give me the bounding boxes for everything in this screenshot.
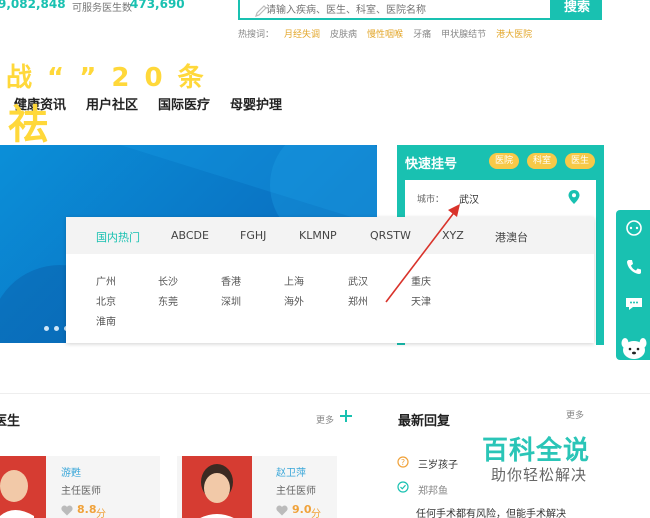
- search-button[interactable]: 搜索: [552, 0, 602, 20]
- reply-question[interactable]: 三岁孩子: [418, 456, 458, 471]
- visits-count: 9,082,848: [0, 0, 66, 11]
- doctor-name[interactable]: 游甦: [61, 464, 81, 479]
- doctor-photo-icon: [200, 464, 234, 518]
- annotation-arrow-icon: [385, 204, 460, 303]
- doctor-score: 9.0: [292, 503, 312, 516]
- city-option[interactable]: 郑州: [348, 293, 368, 308]
- page: 9,082,848 可服务医生数 473,690 搜索 热搜词： 月经失调 皮肤…: [0, 0, 650, 518]
- svg-text:?: ?: [401, 458, 405, 467]
- quick-register-title: 快速挂号: [405, 157, 458, 172]
- hot-word[interactable]: 港大医院: [496, 27, 532, 40]
- float-sidebar: [616, 210, 650, 360]
- hot-word[interactable]: 甲状腺结节: [441, 27, 486, 40]
- city-option[interactable]: 海外: [284, 293, 304, 308]
- banner-headline: 战 “ ” 2 0 条: [6, 63, 207, 93]
- city-dropdown: 国内热门 ABCDE FGHJ KLMNP QRSTW XYZ 港澳台 广州 长…: [66, 217, 594, 343]
- doctor-name[interactable]: 赵卫萍: [276, 464, 306, 479]
- city-option[interactable]: 武汉: [348, 273, 368, 288]
- tab-fghj[interactable]: FGHJ: [240, 229, 266, 242]
- banner-big-char: 祛: [8, 102, 48, 148]
- hot-words: 热搜词： 月经失调 皮肤病 慢性咽喉 牙痛 甲状腺结节 港大医院: [238, 27, 532, 40]
- doctor-avatar: [0, 456, 46, 518]
- pager-dot[interactable]: [44, 326, 49, 331]
- plus-icon[interactable]: [339, 409, 353, 423]
- tab-department[interactable]: 科室: [527, 153, 558, 169]
- city-index-tabs: 国内热门 ABCDE FGHJ KLMNP QRSTW XYZ 港澳台: [66, 217, 594, 254]
- phone-icon[interactable]: [625, 258, 643, 276]
- doctor-title: 主任医师: [276, 486, 316, 497]
- question-icon: ?: [397, 456, 409, 468]
- doctor-score: 8.8: [77, 503, 97, 516]
- hot-word[interactable]: 月经失调: [284, 27, 320, 40]
- city-option[interactable]: 香港: [221, 273, 241, 288]
- search-box: [238, 0, 552, 20]
- tab-doctor[interactable]: 医生: [565, 153, 596, 169]
- nav-item-community[interactable]: 用户社区: [86, 94, 138, 113]
- city-option[interactable]: 长沙: [158, 273, 178, 288]
- nav-item-maternal-care[interactable]: 母婴护理: [230, 94, 282, 113]
- hot-word[interactable]: 慢性咽喉: [367, 27, 403, 40]
- doctor-score-unit: 分: [311, 509, 321, 518]
- message-icon[interactable]: [624, 296, 644, 312]
- nav-item-intl-medical[interactable]: 国际医疗: [158, 94, 210, 113]
- pager-dot[interactable]: [54, 326, 59, 331]
- heart-icon: [61, 505, 73, 516]
- watermark-brand: 百科全说: [482, 436, 591, 466]
- mascot-dog-icon[interactable]: [620, 334, 648, 360]
- tab-hot-domestic[interactable]: 国内热门: [96, 229, 140, 245]
- city-option[interactable]: 上海: [284, 273, 304, 288]
- section-divider: [0, 393, 650, 394]
- doctor-card[interactable]: 游甦 主任医师 8.8 分: [0, 456, 160, 518]
- chat-service-icon[interactable]: [625, 220, 643, 236]
- watermark-slogan: 助你轻松解决: [491, 466, 588, 484]
- location-pin-icon[interactable]: [568, 190, 580, 204]
- city-option[interactable]: 淮南: [96, 313, 116, 328]
- reply-answerer: 郑邦鱼: [418, 486, 448, 497]
- main-nav: 健康资讯 用户社区 国际医疗 母婴护理: [14, 94, 282, 113]
- city-option[interactable]: 北京: [96, 293, 116, 308]
- doctor-title: 主任医师: [61, 486, 101, 497]
- tab-klmnp[interactable]: KLMNP: [299, 229, 337, 242]
- doctor-score-unit: 分: [96, 509, 106, 518]
- city-option[interactable]: 东莞: [158, 293, 178, 308]
- search-input[interactable]: [266, 2, 526, 18]
- doctors-count: 473,690: [130, 0, 185, 11]
- answer-icon: [397, 481, 409, 493]
- doctors-section-title: 医生: [0, 414, 21, 429]
- replies-section-title: 最新回复: [398, 414, 451, 429]
- tab-hospital[interactable]: 医院: [489, 153, 520, 169]
- doctors-more-link[interactable]: 更多: [316, 413, 334, 426]
- tab-abcde[interactable]: ABCDE: [171, 229, 209, 242]
- doctor-photo-icon: [0, 470, 34, 518]
- hot-word[interactable]: 皮肤病: [330, 27, 357, 40]
- hot-word[interactable]: 牙痛: [413, 27, 431, 40]
- doctor-card[interactable]: 赵卫萍 主任医师 9.0 分: [177, 456, 337, 518]
- doctor-avatar: [182, 456, 252, 518]
- heart-icon: [276, 505, 288, 516]
- hot-words-label: 热搜词：: [238, 30, 275, 40]
- reply-snippet[interactable]: 任何手术都有风险，但能手术解决: [416, 505, 566, 518]
- city-option[interactable]: 深圳: [221, 293, 241, 308]
- doctors-count-label: 可服务医生数: [72, 3, 132, 14]
- replies-more-link[interactable]: 更多: [566, 408, 584, 421]
- tab-hk-macau-tw[interactable]: 港澳台: [495, 229, 528, 245]
- city-option[interactable]: 广州: [96, 273, 116, 288]
